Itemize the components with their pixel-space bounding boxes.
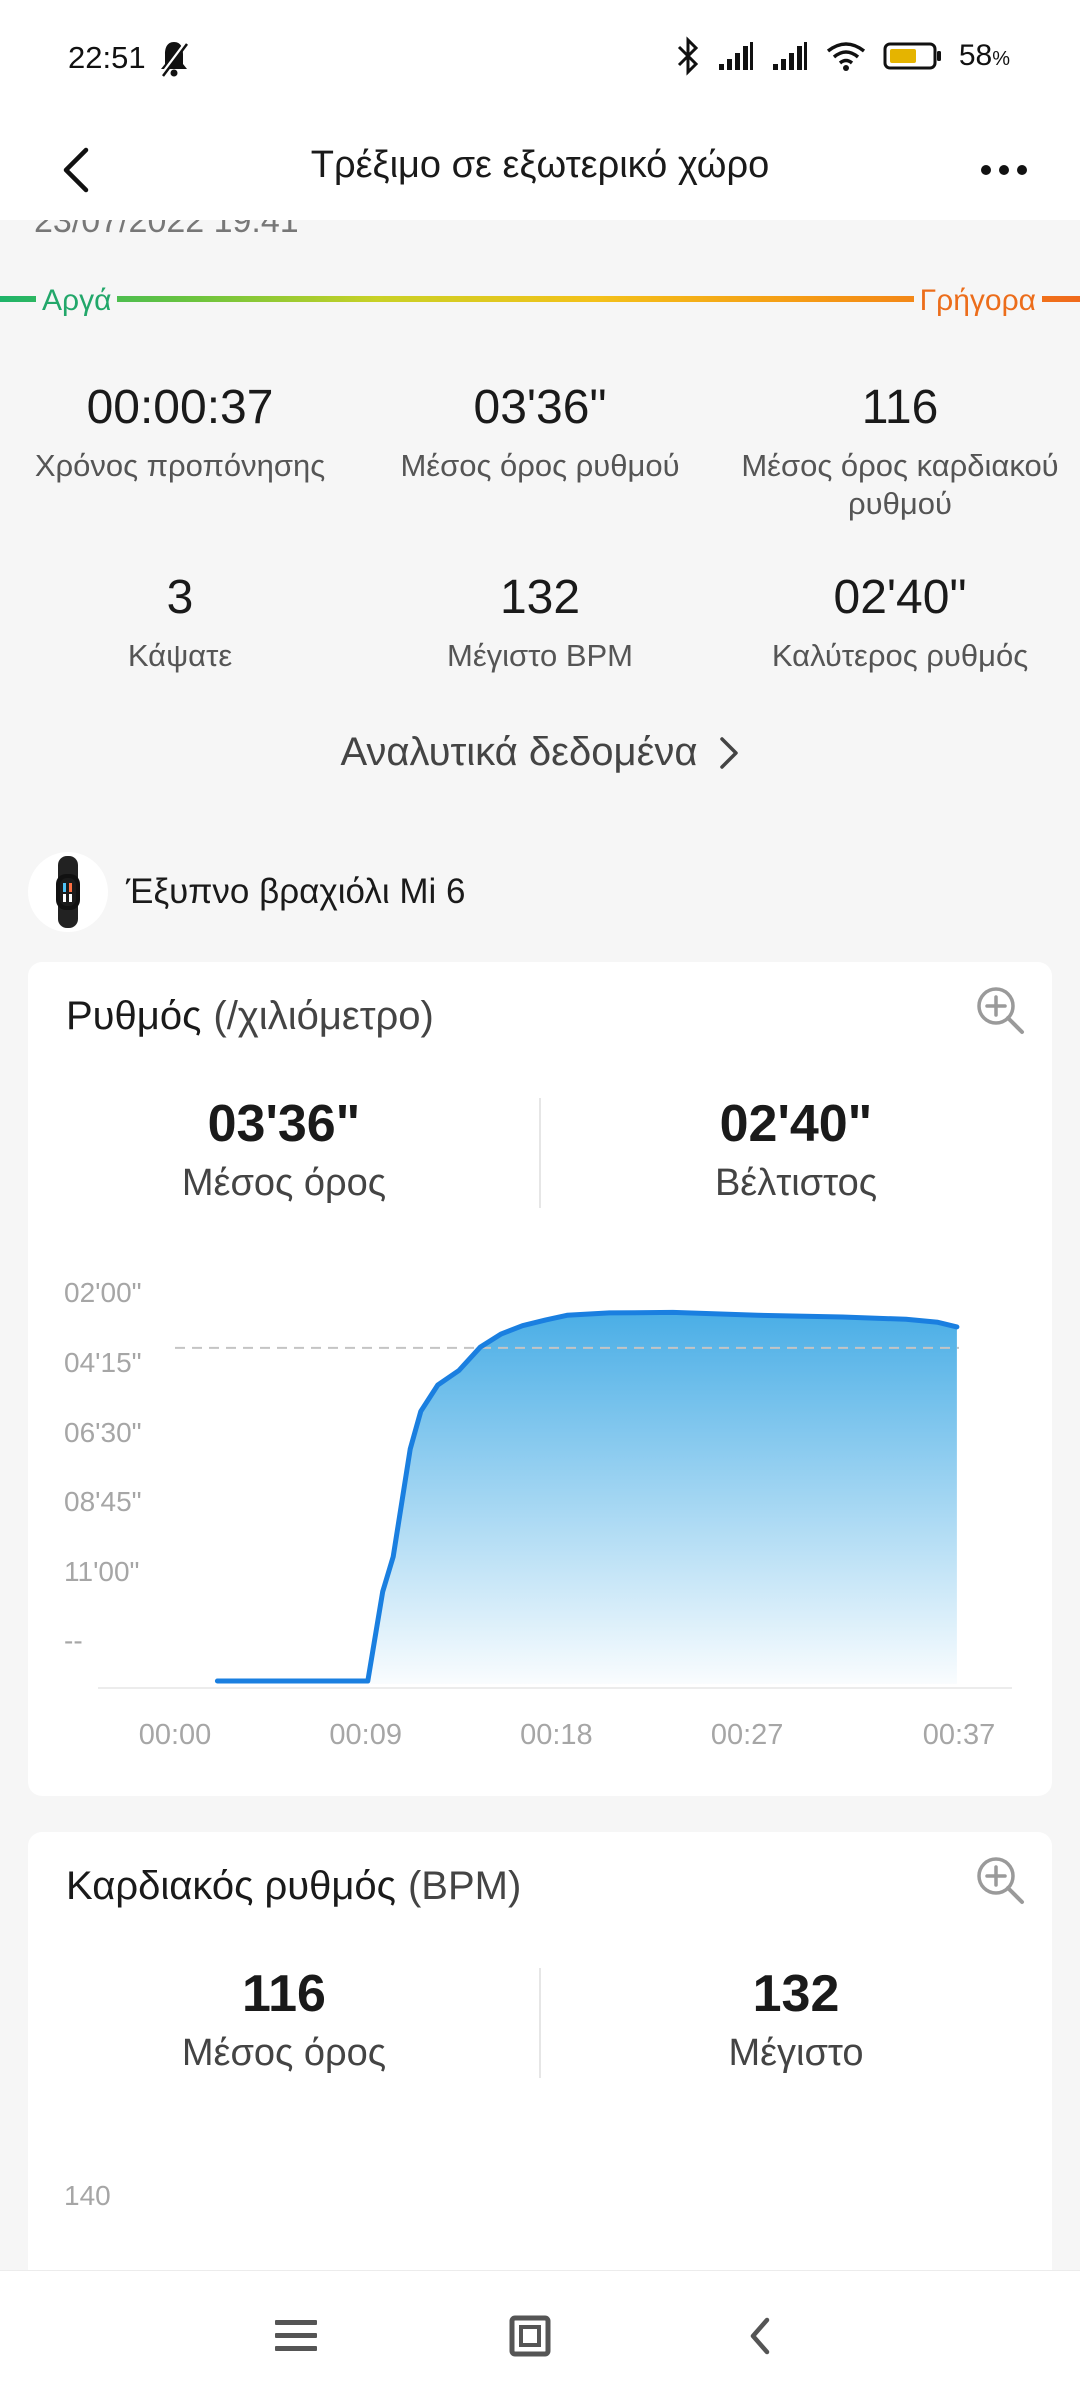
stat-value: 116: [861, 381, 939, 434]
chevron-right-icon: [719, 736, 738, 769]
menu-icon: [275, 2320, 317, 2351]
summary-value: 03'36": [207, 1095, 361, 1153]
app-bar: Τρέξιμο σε εξωτερικό χώρο: [0, 120, 1080, 220]
stat-max-bpm: 132 Μέγιστο BPM: [360, 570, 720, 675]
card-title-text: Καρδιακός ρυθμός: [66, 1864, 396, 1908]
pace-card-title: Ρυθμός (/χιλιόμετρο): [66, 994, 434, 1039]
chart-x-tick-label: 00:09: [329, 1719, 402, 1751]
chart-x-tick-label: 00:00: [139, 1719, 212, 1751]
stat-label: Καλύτερος ρυθμός: [771, 638, 1029, 673]
summary-label: Βέλτιστος: [714, 1162, 878, 1204]
chevron-left-icon: [750, 2317, 770, 2355]
stat-label: Μέσος όρος ρυθμού: [400, 448, 680, 483]
wifi-icon: [826, 42, 865, 71]
system-back-button[interactable]: [720, 2301, 800, 2371]
hr-max: 132 Μέγιστο: [540, 1964, 1052, 2075]
stat-avg-pace: 03'36" Μέσος όρος ρυθμού: [360, 380, 720, 485]
battery-level: 58%: [958, 39, 1010, 72]
status-time: 22:51: [68, 40, 146, 75]
chart-y-tick-label: 06'30": [64, 1417, 142, 1448]
speed-slow-label: Αργά: [36, 284, 118, 318]
stat-label: Χρόνος προπόνησης: [34, 448, 326, 483]
hr-average: 116 Μέσος όρος: [28, 1964, 540, 2075]
pace-average: 03'36" Μέσος όρος: [28, 1094, 540, 1205]
device-name: Έξυπνο βραχιόλι Mi 6: [126, 872, 466, 911]
pace-chart: 02'00" 04'15" 06'30" 08'45" 11'00" -- 00:00 00:…: [64, 1277, 1012, 1751]
status-bar: 22:51 58%: [0, 0, 1080, 120]
pace-best: 02'40" Βέλτιστος: [540, 1094, 1052, 1205]
chart-area-fill: [367, 1312, 957, 1684]
pace-card: Ρυθμός (/χιλιόμετρο) 03'36" Μέσος όρος 02…: [28, 962, 1052, 1796]
bell-muted-icon: [160, 41, 188, 77]
stat-label: Μέγιστο BPM: [447, 638, 633, 673]
chart-y-tick-label: 08'45": [64, 1486, 142, 1517]
chart-y-tick-label: --: [64, 1625, 83, 1656]
speed-fast-label: Γρήγορα: [913, 284, 1042, 318]
heart-rate-card: Καρδιακός ρυθμός (BPM) 116 Μέσος όρος 132…: [28, 1832, 1052, 2332]
stat-label: Κάψατε: [127, 638, 233, 673]
summary-value: 116: [242, 1965, 326, 2023]
system-nav-bar: [0, 2270, 1080, 2400]
signal-icon-2: [772, 42, 807, 70]
recents-button[interactable]: [256, 2301, 336, 2371]
more-dots-icon: [981, 165, 1027, 175]
zoom-in-icon[interactable]: [972, 1852, 1028, 1908]
summary-value: 02'40": [719, 1095, 873, 1153]
status-icons: 58%: [675, 36, 1010, 76]
device-row[interactable]: Έξυπνο βραχιόλι Mi 6: [28, 852, 465, 932]
chart-y-tick-label: 02'00": [64, 1277, 142, 1308]
summary-value: 132: [752, 1965, 840, 2023]
card-title-text: Ρυθμός: [66, 994, 202, 1038]
chart-x-tick-label: 00:27: [711, 1719, 784, 1751]
summary-label: Μέγιστο: [728, 2032, 864, 2074]
chart-y-tick-label: 04'15": [64, 1347, 142, 1378]
home-button[interactable]: [490, 2301, 570, 2371]
battery-icon: [883, 42, 941, 70]
hr-y-tick: 140: [64, 2180, 111, 2211]
stat-best-pace: 02'40" Καλύτερος ρυθμός: [720, 570, 1080, 675]
summary-label: Μέσος όρος: [181, 2032, 387, 2074]
detailed-data-label: Αναλυτικά δεδομένα: [340, 730, 698, 774]
zoom-in-icon[interactable]: [972, 982, 1028, 1038]
more-options-button[interactable]: [968, 134, 1040, 206]
stat-calories: 3 Κάψατε: [0, 570, 360, 675]
bluetooth-icon: [677, 36, 698, 76]
hr-card-title: Καρδιακός ρυθμός (BPM): [66, 1864, 521, 1909]
stat-value: 3: [166, 571, 194, 624]
stat-value: 132: [499, 571, 581, 624]
stat-label: Μέσος όρος καρδιακού ρυθμού: [741, 448, 1059, 521]
chart-x-tick-label: 00:37: [923, 1719, 996, 1751]
page-title: Τρέξιμο σε εξωτερικό χώρο: [310, 144, 770, 186]
card-title-unit: (BPM): [407, 1864, 522, 1908]
home-square-icon: [509, 2315, 551, 2357]
stat-duration: 00:00:37 Χρόνος προπόνησης: [0, 380, 360, 485]
card-title-unit: (/χιλιόμετρο): [213, 994, 434, 1038]
stat-value: 03'36": [473, 381, 607, 434]
band-device-icon: [28, 852, 108, 932]
stat-avg-heart-rate: 116 Μέσος όρος καρδιακού ρυθμού: [715, 380, 1080, 523]
detailed-data-link[interactable]: Αναλυτικά δεδομένα: [0, 730, 1080, 775]
summary-label: Μέσος όρος: [181, 1162, 387, 1204]
chart-x-tick-label: 00:18: [520, 1719, 593, 1751]
stat-value: 00:00:37: [86, 381, 274, 434]
chart-y-tick-label: 11'00": [64, 1556, 140, 1587]
signal-icon: [718, 42, 753, 70]
stat-value: 02'40": [833, 571, 967, 624]
